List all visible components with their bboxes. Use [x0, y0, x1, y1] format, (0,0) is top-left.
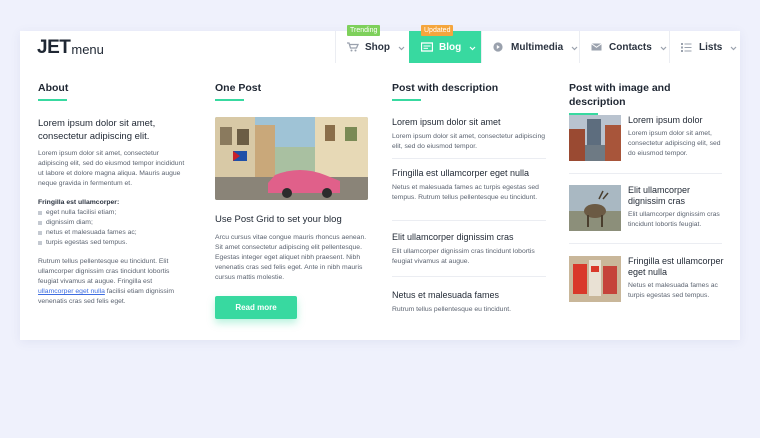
post-image[interactable] [215, 117, 368, 200]
post-item-title[interactable]: Fringilla est ullamcorper eget nulla [628, 256, 728, 278]
chevron-down-icon [398, 44, 405, 51]
nav-item-lists[interactable]: Lists [669, 31, 740, 63]
divider [569, 243, 722, 244]
list-item: netus et malesuada fames ac; [38, 228, 188, 238]
list-item-text: turpis egestas sed tempus. [46, 239, 128, 246]
about-title: About [38, 82, 69, 94]
bullet-square-icon [38, 221, 42, 225]
list-item[interactable]: Lorem ipsum dolor sit amet Lorem ipsum d… [392, 116, 548, 152]
cart-icon [347, 42, 359, 52]
post-item-text: Elit ullamcorper dignissim cras Elit ull… [628, 185, 728, 230]
about-paragraph: Lorem ipsum dolor sit amet, consectetur … [38, 150, 185, 187]
chevron-down-icon [469, 44, 476, 51]
nav-label-contacts: Contacts [609, 41, 652, 53]
logo-jet-text: JET [37, 37, 71, 58]
about-column: About Lorem ipsum dolor sit amet, consec… [38, 81, 188, 307]
main-nav: Trending Shop Updated Blog Multimedia Co… [335, 25, 740, 63]
list-item[interactable]: Fringilla est ullamcorper eget nulla Net… [392, 167, 548, 203]
nav-label-multimedia: Multimedia [511, 41, 564, 53]
nav-item-blog[interactable]: Updated Blog [409, 25, 481, 63]
bullet-square-icon [38, 241, 42, 245]
post-image-title: Post with image and description [569, 82, 671, 108]
read-more-button[interactable]: Read more [215, 296, 297, 319]
list-item-text: eget nulla facilisi etiam; [46, 209, 117, 216]
list-item: dignissim diam; [38, 218, 188, 228]
list-item[interactable]: Elit ullamcorper dignissim cras Elit ull… [569, 185, 725, 235]
post-item-title[interactable]: Lorem ipsum dolor sit amet [392, 116, 548, 128]
post-item-desc: Lorem ipsum dolor sit amet, consectetur … [628, 130, 721, 157]
post-item-title[interactable]: Netus et malesuada fames [392, 289, 548, 301]
nav-label-lists: Lists [699, 41, 723, 53]
post-item-desc: Elit ullamcorper dignissim cras tincidun… [628, 211, 720, 228]
post-thumbnail[interactable] [569, 115, 621, 161]
post-thumbnail[interactable] [569, 256, 621, 302]
play-icon [493, 42, 505, 52]
list-item[interactable]: Lorem ipsum dolor Lorem ipsum dolor sit … [569, 115, 725, 165]
about-list-title: Fringilla est ullamcorper: [38, 199, 120, 206]
list-item[interactable]: Elit ullamcorper dignissim cras Elit ull… [392, 231, 548, 267]
divider [392, 158, 546, 159]
one-post-column: One Post Use Post Grid to set your blog … [215, 81, 369, 283]
post-item-desc: Netus et malesuada fames ac turpis egest… [392, 184, 539, 201]
divider [569, 173, 722, 174]
chevron-down-icon [730, 44, 737, 51]
about-paragraph-2-text: Rutrum tellus pellentesque eu tincidunt.… [38, 258, 170, 285]
nav-label-blog: Blog [439, 41, 462, 53]
chevron-down-icon [571, 44, 578, 51]
about-lead: Lorem ipsum dolor sit amet, consectetur … [38, 118, 156, 142]
post-description-column: Post with description [392, 81, 552, 101]
logo-menu-text: menu [71, 42, 104, 57]
post-item-desc: Elit ullamcorper dignissim cras tincidun… [392, 248, 535, 265]
post-item-title[interactable]: Elit ullamcorper dignissim cras [628, 185, 728, 207]
divider [392, 220, 546, 221]
list-item-text: netus et malesuada fames ac; [46, 229, 137, 236]
nav-item-multimedia[interactable]: Multimedia [481, 31, 579, 63]
post-thumbnail[interactable] [569, 185, 621, 231]
post-item-title[interactable]: Lorem ipsum dolor [628, 115, 728, 126]
post-item-desc: Rutrum tellus pellentesque eu tincidunt. [392, 306, 512, 313]
one-post-title: One Post [215, 82, 262, 94]
bullet-square-icon [38, 211, 42, 215]
list-item-text: dignissim diam; [46, 219, 93, 226]
card-icon [420, 42, 434, 52]
chevron-down-icon [660, 44, 667, 51]
post-excerpt: Arcu cursus vitae congue mauris rhoncus … [215, 234, 367, 281]
post-item-desc: Netus et malesuada fames ac turpis egest… [628, 282, 718, 299]
trending-badge: Trending [347, 25, 381, 36]
updated-badge: Updated [421, 25, 454, 36]
post-description-title: Post with description [392, 82, 499, 94]
list-item[interactable]: Netus et malesuada fames Rutrum tellus p… [392, 289, 548, 315]
post-image-column: Post with image and description [569, 81, 729, 115]
title-underline [38, 99, 67, 101]
nav-item-shop[interactable]: Trending Shop [335, 25, 409, 63]
about-paragraph-2: Rutrum tellus pellentesque eu tincidunt.… [38, 257, 188, 307]
jetmenu-logo[interactable]: JET menu [37, 36, 104, 58]
nav-item-contacts[interactable]: Contacts [579, 31, 669, 63]
mail-icon [591, 42, 603, 52]
nav-label-shop: Shop [365, 41, 390, 53]
list-item: turpis egestas sed tempus. [38, 238, 188, 248]
post-item-text: Fringilla est ullamcorper eget nulla Net… [628, 256, 728, 301]
inline-link[interactable]: ullamcorper eget nulla [38, 288, 105, 295]
title-underline [215, 99, 244, 101]
post-item-title[interactable]: Elit ullamcorper dignissim cras [392, 231, 548, 243]
list-item[interactable]: Fringilla est ullamcorper eget nulla Net… [569, 256, 725, 306]
post-title[interactable]: Use Post Grid to set your blog [215, 213, 369, 226]
post-item-desc: Lorem ipsum dolor sit amet, consectetur … [392, 133, 545, 150]
list-icon [681, 42, 693, 52]
list-item: eget nulla facilisi etiam; [38, 208, 188, 218]
divider [392, 276, 546, 277]
post-item-text: Lorem ipsum dolor Lorem ipsum dolor sit … [628, 115, 728, 159]
post-item-title[interactable]: Fringilla est ullamcorper eget nulla [392, 167, 548, 179]
bullet-square-icon [38, 231, 42, 235]
title-underline [392, 99, 421, 101]
